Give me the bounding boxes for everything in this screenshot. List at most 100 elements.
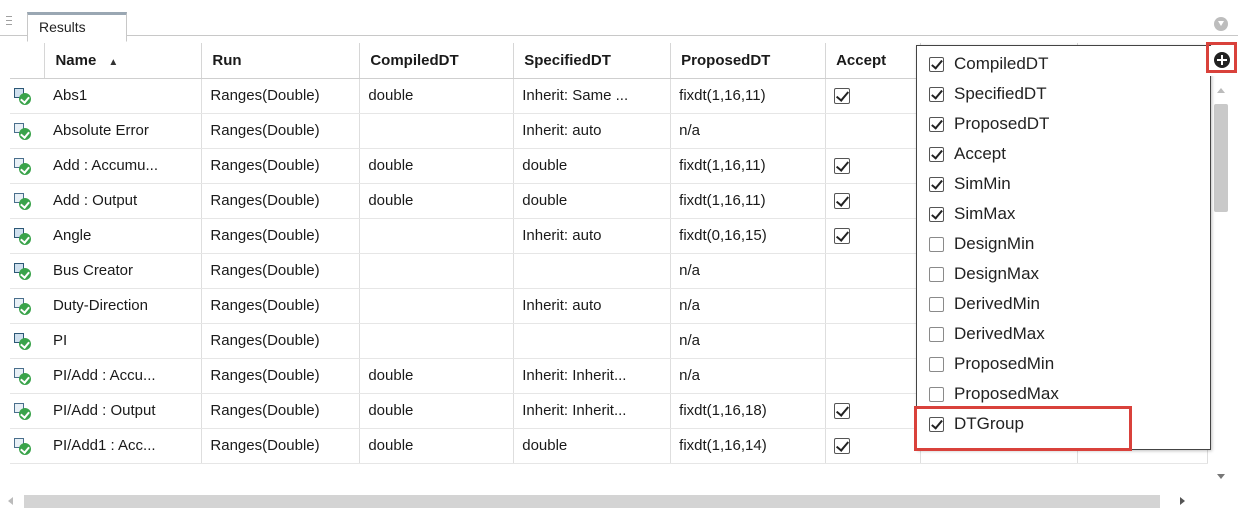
cell-accept[interactable] (825, 428, 922, 464)
header-specifieddt[interactable]: SpecifiedDT (513, 43, 672, 79)
cell-specifieddt[interactable]: Inherit: auto (513, 113, 672, 149)
header-compileddt[interactable]: CompiledDT (359, 43, 515, 79)
cell-specifieddt[interactable]: Inherit: auto (513, 218, 672, 254)
column-option-checkbox[interactable] (929, 387, 944, 403)
cell-name[interactable]: Abs1 (44, 78, 203, 114)
column-option-derivedmin[interactable]: DerivedMin (929, 294, 1040, 324)
column-option-checkbox[interactable] (929, 207, 944, 223)
column-option-checkbox[interactable] (929, 57, 944, 73)
cell-accept[interactable] (825, 183, 922, 219)
cell-name[interactable]: Absolute Error (44, 113, 203, 149)
vertical-scroll-thumb[interactable] (1214, 104, 1228, 212)
column-option-compileddt[interactable]: CompiledDT (929, 54, 1048, 84)
accept-checkbox[interactable] (834, 193, 851, 210)
cell-compileddt[interactable] (359, 323, 515, 359)
cell-specifieddt[interactable]: Inherit: Same ... (513, 78, 672, 114)
cell-run[interactable]: Ranges(Double) (201, 393, 361, 429)
column-option-checkbox[interactable] (929, 357, 944, 373)
cell-compileddt[interactable] (359, 288, 515, 324)
cell-name[interactable]: Bus Creator (44, 253, 203, 289)
column-option-checkbox[interactable] (929, 87, 944, 103)
column-option-proposedmin[interactable]: ProposedMin (929, 354, 1054, 384)
cell-run[interactable]: Ranges(Double) (201, 218, 361, 254)
cell-proposeddt[interactable]: fixdt(1,16,14) (670, 428, 827, 464)
cell-accept[interactable] (825, 218, 922, 254)
cell-compileddt[interactable]: double (359, 358, 515, 394)
cell-proposeddt[interactable]: fixdt(1,16,11) (670, 183, 827, 219)
cell-proposeddt[interactable]: fixdt(1,16,18) (670, 393, 827, 429)
cell-specifieddt[interactable]: Inherit: Inherit... (513, 358, 672, 394)
column-option-checkbox[interactable] (929, 147, 944, 163)
cell-specifieddt[interactable] (513, 253, 672, 289)
cell-proposeddt[interactable]: fixdt(1,16,11) (670, 148, 827, 184)
cell-compileddt[interactable]: double (359, 428, 515, 464)
cell-accept[interactable] (825, 78, 922, 114)
cell-name[interactable]: PI (44, 323, 203, 359)
cell-run[interactable]: Ranges(Double) (201, 288, 361, 324)
sort-ascending-icon[interactable]: ▲ (108, 57, 118, 68)
cell-specifieddt[interactable]: double (513, 428, 672, 464)
cell-run[interactable]: Ranges(Double) (201, 113, 361, 149)
cell-proposeddt[interactable]: n/a (670, 253, 827, 289)
cell-compileddt[interactable] (359, 113, 515, 149)
column-option-designmax[interactable]: DesignMax (929, 264, 1039, 294)
cell-compileddt[interactable]: double (359, 183, 515, 219)
cell-specifieddt[interactable]: Inherit: Inherit... (513, 393, 672, 429)
cell-name[interactable]: PI/Add : Output (44, 393, 203, 429)
cell-accept[interactable] (825, 113, 922, 149)
column-option-proposeddt[interactable]: ProposedDT (929, 114, 1049, 144)
scroll-left-icon[interactable] (8, 497, 13, 505)
vertical-scrollbar[interactable] (1212, 84, 1230, 489)
cell-run[interactable]: Ranges(Double) (201, 428, 361, 464)
cell-proposeddt[interactable]: fixdt(0,16,15) (670, 218, 827, 254)
cell-run[interactable]: Ranges(Double) (201, 358, 361, 394)
column-option-designmin[interactable]: DesignMin (929, 234, 1034, 264)
cell-compileddt[interactable]: double (359, 393, 515, 429)
column-option-checkbox[interactable] (929, 177, 944, 193)
accept-checkbox[interactable] (834, 228, 851, 245)
cell-proposeddt[interactable]: n/a (670, 113, 827, 149)
cell-specifieddt[interactable]: Inherit: auto (513, 288, 672, 324)
cell-name[interactable]: Angle (44, 218, 203, 254)
cell-run[interactable]: Ranges(Double) (201, 78, 361, 114)
cell-accept[interactable] (825, 148, 922, 184)
cell-name[interactable]: PI/Add : Accu... (44, 358, 203, 394)
accept-checkbox[interactable] (834, 403, 851, 420)
column-option-derivedmax[interactable]: DerivedMax (929, 324, 1045, 354)
cell-proposeddt[interactable]: n/a (670, 288, 827, 324)
column-option-checkbox[interactable] (929, 117, 944, 133)
tab-results[interactable]: Results (27, 12, 127, 42)
horizontal-scrollbar[interactable] (0, 492, 1210, 510)
column-option-simmin[interactable]: SimMin (929, 174, 1011, 204)
accept-checkbox[interactable] (834, 88, 851, 105)
accept-checkbox[interactable] (834, 438, 851, 455)
cell-name[interactable]: Add : Accumu... (44, 148, 203, 184)
cell-accept[interactable] (825, 288, 922, 324)
cell-compileddt[interactable] (359, 218, 515, 254)
cell-proposeddt[interactable]: n/a (670, 323, 827, 359)
accept-checkbox[interactable] (834, 158, 851, 175)
cell-accept[interactable] (825, 358, 922, 394)
header-accept[interactable]: Accept (825, 43, 922, 79)
column-option-checkbox[interactable] (929, 237, 944, 253)
column-option-checkbox[interactable] (929, 327, 944, 343)
column-option-specifieddt[interactable]: SpecifiedDT (929, 84, 1047, 114)
cell-compileddt[interactable]: double (359, 78, 515, 114)
cell-name[interactable]: PI/Add1 : Acc... (44, 428, 203, 464)
scroll-right-icon[interactable] (1180, 497, 1185, 505)
panel-menu-icon[interactable] (1214, 17, 1228, 31)
column-option-checkbox[interactable] (929, 297, 944, 313)
cell-accept[interactable] (825, 393, 922, 429)
header-proposeddt[interactable]: ProposedDT (670, 43, 827, 79)
column-option-checkbox[interactable] (929, 267, 944, 283)
cell-name[interactable]: Duty-Direction (44, 288, 203, 324)
column-option-simmax[interactable]: SimMax (929, 204, 1015, 234)
scroll-up-icon[interactable] (1217, 88, 1225, 93)
cell-compileddt[interactable] (359, 253, 515, 289)
cell-run[interactable]: Ranges(Double) (201, 183, 361, 219)
cell-specifieddt[interactable] (513, 323, 672, 359)
cell-name[interactable]: Add : Output (44, 183, 203, 219)
cell-run[interactable]: Ranges(Double) (201, 323, 361, 359)
cell-proposeddt[interactable]: fixdt(1,16,11) (670, 78, 827, 114)
cell-run[interactable]: Ranges(Double) (201, 253, 361, 289)
